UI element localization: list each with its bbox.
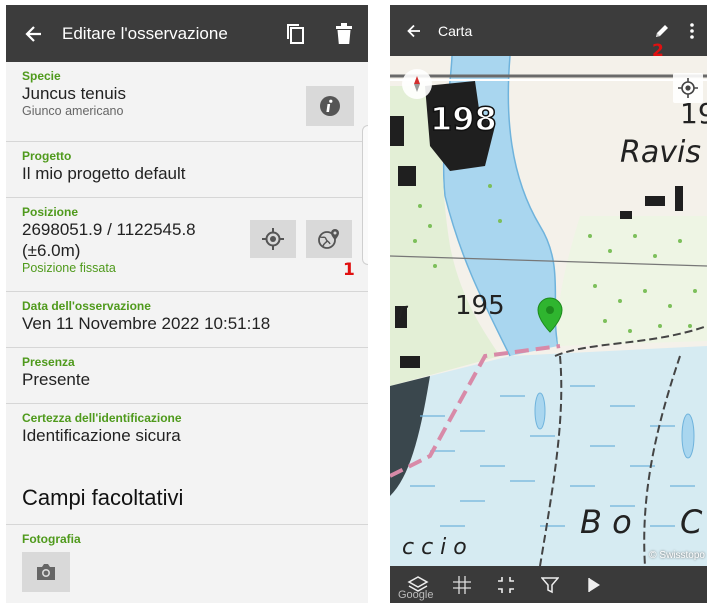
photo-field: Fotografia bbox=[6, 525, 368, 603]
map-label-195: 195 bbox=[455, 291, 505, 321]
info-icon bbox=[320, 96, 340, 116]
compass-icon bbox=[414, 76, 420, 92]
edit-observation-screen: Editare l'osservazione Specie Juncus ten… bbox=[6, 5, 368, 603]
certainty-value: Identificazione sicura bbox=[22, 426, 181, 445]
species-label: Specie bbox=[22, 69, 61, 83]
navigate-icon bbox=[588, 577, 600, 592]
page-title: Editare l'osservazione bbox=[62, 23, 228, 43]
filter-button[interactable] bbox=[528, 566, 572, 603]
map-location-icon bbox=[318, 229, 339, 249]
map-label-bo: B o bbox=[580, 503, 632, 541]
callout-number-1: 1 bbox=[343, 260, 355, 280]
more-options-button[interactable] bbox=[677, 5, 707, 56]
species-common-name: Giunco americano bbox=[22, 104, 124, 118]
gps-locate-icon bbox=[262, 228, 284, 250]
edit-appbar: Editare l'osservazione bbox=[6, 5, 368, 62]
google-attribution: Google bbox=[398, 589, 434, 601]
map-position-button[interactable] bbox=[306, 220, 352, 258]
date-field[interactable]: Data dell'osservazione Ven 11 Novembre 2… bbox=[6, 292, 368, 348]
presence-label: Presenza bbox=[22, 355, 75, 369]
species-info-button[interactable] bbox=[306, 86, 354, 126]
callout-number-2: 2 bbox=[652, 41, 664, 61]
presence-value: Presente bbox=[22, 370, 91, 389]
certainty-field[interactable]: Certezza dell'identificazione Identifica… bbox=[6, 404, 368, 460]
map-screen: Carta 2 198 19 Ravis 195 r B o C c c i o… bbox=[390, 5, 707, 603]
copy-icon bbox=[287, 23, 304, 44]
arrow-back-icon bbox=[407, 24, 420, 37]
delete-button[interactable] bbox=[320, 5, 368, 62]
presence-field[interactable]: Presenza Presente bbox=[6, 348, 368, 404]
camera-icon bbox=[37, 564, 55, 580]
my-location-icon bbox=[678, 78, 698, 98]
back-button[interactable] bbox=[6, 5, 62, 62]
map-title: Carta bbox=[438, 22, 473, 39]
date-value: Ven 11 Novembre 2022 10:51:18 bbox=[22, 314, 271, 333]
filter-icon bbox=[541, 576, 559, 593]
map-attribution: © Swisstopo bbox=[649, 550, 705, 561]
gps-locate-button[interactable] bbox=[250, 220, 296, 258]
grid-button[interactable] bbox=[440, 566, 484, 603]
project-label: Progetto bbox=[22, 149, 72, 163]
date-label: Data dell'osservazione bbox=[22, 299, 151, 313]
map-toolbar: Google bbox=[390, 566, 707, 603]
photo-label: Fotografia bbox=[22, 532, 81, 546]
position-field: Posizione 2698051.9 / 1122545.8 (±6.0m) … bbox=[6, 198, 368, 292]
grid-icon bbox=[453, 575, 471, 594]
map-label-ccio: c c i o bbox=[402, 535, 467, 560]
position-label: Posizione bbox=[22, 205, 79, 219]
certainty-label: Certezza dell'identificazione bbox=[22, 411, 182, 425]
duplicate-button[interactable] bbox=[272, 5, 320, 62]
collapse-icon bbox=[498, 576, 514, 593]
pencil-icon bbox=[656, 24, 668, 37]
map-label-r: r bbox=[398, 299, 408, 324]
position-accuracy: (±6.0m) bbox=[22, 241, 81, 260]
more-vert-icon bbox=[690, 22, 694, 39]
trash-icon bbox=[336, 22, 352, 44]
compass-button[interactable] bbox=[402, 69, 432, 99]
map-label-c: C bbox=[680, 503, 703, 541]
map-label-198: 198 bbox=[429, 99, 497, 139]
position-status: Posizione fissata bbox=[22, 261, 116, 275]
position-coordinates: 2698051.9 / 1122545.8 bbox=[22, 220, 196, 239]
arrow-back-icon bbox=[25, 25, 41, 42]
map-label-ravis: Ravis bbox=[620, 135, 701, 170]
navigate-button[interactable] bbox=[572, 566, 616, 603]
collapse-button[interactable] bbox=[484, 566, 528, 603]
project-field[interactable]: Progetto Il mio progetto default bbox=[6, 142, 368, 198]
map-back-button[interactable] bbox=[390, 5, 438, 56]
species-value: Juncus tenuis bbox=[22, 84, 126, 103]
map-locate-button[interactable] bbox=[673, 73, 703, 103]
optional-section-title: Campi facoltativi bbox=[22, 485, 184, 510]
add-photo-button[interactable] bbox=[22, 552, 70, 592]
screenshot-stage: Editare l'osservazione Specie Juncus ten… bbox=[0, 0, 707, 603]
scroll-tab[interactable] bbox=[362, 125, 368, 265]
species-field[interactable]: Specie Juncus tenuis Giunco americano bbox=[6, 62, 368, 142]
project-value: Il mio progetto default bbox=[22, 164, 186, 183]
optional-section: Campi facoltativi bbox=[6, 461, 368, 525]
